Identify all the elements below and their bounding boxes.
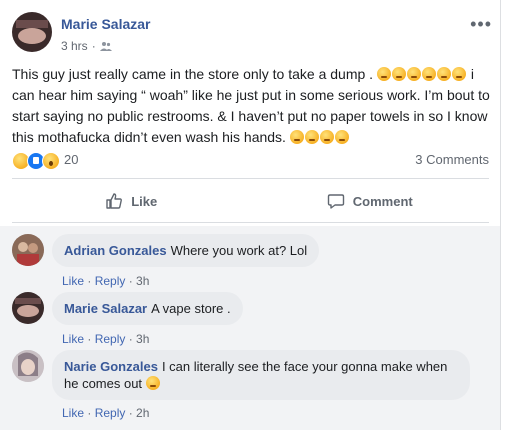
persevere-emoji-icon xyxy=(304,130,319,144)
commenter-name[interactable]: Adrian Gonzales xyxy=(64,243,167,258)
wow-reaction-icon xyxy=(42,152,60,170)
post-time[interactable]: 3 hrs xyxy=(61,39,88,53)
post-text-part1: This guy just really came in the store o… xyxy=(12,66,374,82)
comments-count-link[interactable]: 3 Comments xyxy=(415,152,489,167)
comment-reply-link[interactable]: Reply xyxy=(95,332,126,346)
comment-bubble-icon xyxy=(327,194,344,209)
commenter-avatar[interactable] xyxy=(12,292,44,324)
comment-like-link[interactable]: Like xyxy=(62,332,84,346)
thumbs-up-icon xyxy=(106,193,123,209)
emoji-group-1 xyxy=(376,66,467,82)
comment-time[interactable]: 3h xyxy=(136,332,149,346)
comments-section: Adrian Gonzales Where you work at? Lol Li… xyxy=(0,226,500,430)
comment-bubble: Marie Salazar A vape store . xyxy=(52,292,243,325)
divider xyxy=(12,178,489,179)
meta-separator: · xyxy=(91,39,96,53)
comment-actions: Like · Reply · 3h xyxy=(62,274,150,288)
like-button[interactable]: Like xyxy=(12,184,251,218)
comment-bubble: Adrian Gonzales Where you work at? Lol xyxy=(52,234,320,267)
emoji-group-2 xyxy=(289,129,350,145)
like-label: Like xyxy=(131,193,158,209)
persevere-emoji-icon xyxy=(406,67,421,81)
comment-like-link[interactable]: Like xyxy=(62,406,84,420)
post-header: Marie Salazar 3 hrs · ••• xyxy=(12,12,492,56)
persevere-emoji-icon xyxy=(421,67,436,81)
persevere-emoji-icon xyxy=(451,67,466,81)
tears-of-joy-emoji-icon xyxy=(145,376,160,390)
author-avatar[interactable] xyxy=(12,12,52,52)
reaction-summary: 20 3 Comments xyxy=(12,150,489,172)
comment-text: A vape store . xyxy=(151,301,231,316)
comment-like-link[interactable]: Like xyxy=(62,274,84,288)
post-text: This guy just really came in the store o… xyxy=(12,64,492,148)
commenter-name[interactable]: Marie Salazar xyxy=(64,301,147,316)
commenter-avatar[interactable] xyxy=(12,234,44,266)
comment-bubble: Narie Gonzales I can literally see the fa… xyxy=(52,350,470,400)
persevere-emoji-icon xyxy=(319,130,334,144)
comment-reply-link[interactable]: Reply xyxy=(95,406,126,420)
author-name[interactable]: Marie Salazar xyxy=(61,16,151,32)
commenter-avatar[interactable] xyxy=(12,350,44,382)
post-meta: 3 hrs · xyxy=(61,39,112,53)
post-card: Marie Salazar 3 hrs · ••• This guy just … xyxy=(0,0,501,430)
comment-time[interactable]: 2h xyxy=(136,406,149,420)
reaction-icons[interactable] xyxy=(12,152,60,170)
divider xyxy=(12,222,489,223)
post-actions: Like Comment xyxy=(12,184,489,218)
comment-reply-link[interactable]: Reply xyxy=(95,274,126,288)
comment-button[interactable]: Comment xyxy=(251,184,490,218)
persevere-emoji-icon xyxy=(376,67,391,81)
commenter-name[interactable]: Narie Gonzales xyxy=(64,359,158,374)
persevere-emoji-icon xyxy=(289,130,304,144)
more-horizontal-icon[interactable]: ••• xyxy=(470,14,492,35)
persevere-emoji-icon xyxy=(436,67,451,81)
persevere-emoji-icon xyxy=(391,67,406,81)
friends-audience-icon[interactable] xyxy=(99,41,112,51)
reaction-count[interactable]: 20 xyxy=(64,152,78,167)
comment-text: Where you work at? Lol xyxy=(170,243,308,258)
comment-time[interactable]: 3h xyxy=(136,274,149,288)
comment-actions: Like · Reply · 3h xyxy=(62,332,150,346)
comment-actions: Like · Reply · 2h xyxy=(62,406,150,420)
persevere-emoji-icon xyxy=(334,130,349,144)
comment-label: Comment xyxy=(352,193,413,209)
